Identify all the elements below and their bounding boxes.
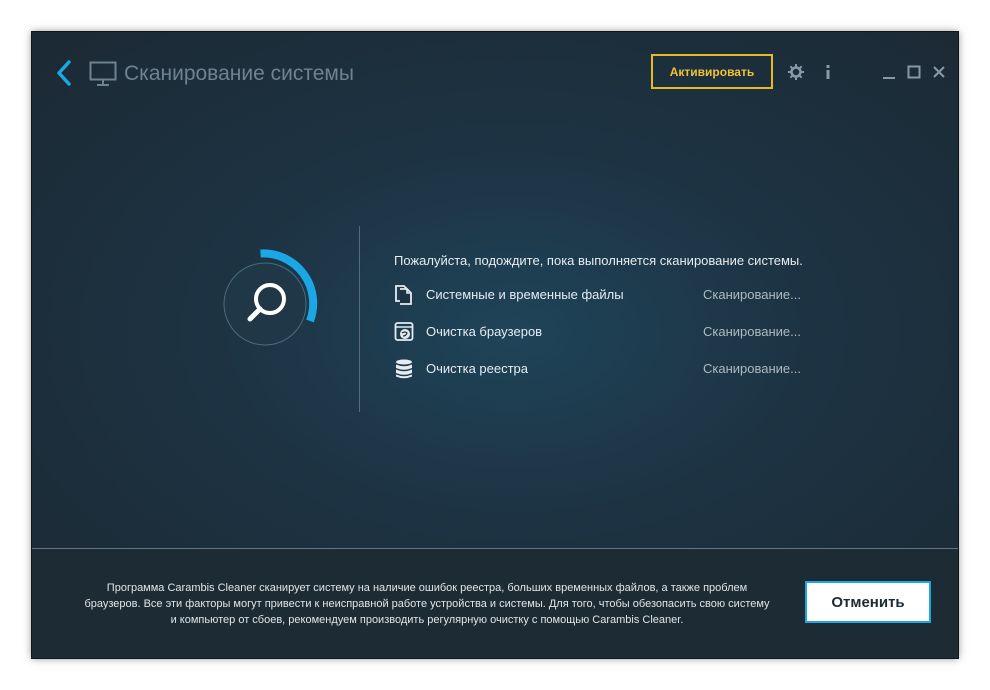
info-icon (826, 65, 830, 79)
app-window: Сканирование системы Активировать Пожалу… (32, 32, 958, 658)
window-title: Сканирование системы (124, 62, 354, 85)
maximize-button[interactable] (907, 65, 921, 79)
gear-icon (788, 64, 804, 80)
scan-wait-message: Пожалуйста, подождите, пока выполняется … (394, 253, 803, 268)
chevron-left-icon (57, 60, 71, 86)
vertical-divider (359, 226, 360, 412)
scan-item-label: Очистка реестра (426, 361, 529, 376)
close-icon (933, 66, 945, 78)
scan-progress-indicator (212, 249, 322, 359)
minimize-button[interactable] (882, 64, 896, 80)
browser-icon (394, 321, 414, 343)
scan-item-status: Сканирование... (703, 361, 801, 376)
info-button[interactable] (822, 63, 834, 81)
footer-divider (32, 548, 958, 549)
settings-button[interactable] (788, 64, 804, 80)
close-button[interactable] (932, 65, 946, 79)
scan-item-label: Очистка браузеров (426, 324, 543, 339)
scan-item-label: Системные и временные файлы (426, 287, 624, 302)
scan-item-system-files: Системные и временные файлы Сканирование… (394, 284, 834, 306)
monitor-icon (89, 61, 117, 87)
scan-item-status: Сканирование... (703, 287, 801, 302)
footer-description: Программа Carambis Cleaner сканирует сис… (84, 582, 770, 626)
footer-panel: Программа Carambis Cleaner сканирует сис… (32, 548, 958, 658)
minimize-icon (883, 77, 895, 79)
cancel-button[interactable]: Отменить (805, 581, 931, 623)
back-button[interactable] (54, 58, 74, 88)
activate-button[interactable]: Активировать (651, 54, 773, 89)
files-icon (394, 284, 414, 306)
scan-item-browsers: Очистка браузеров Сканирование... (394, 321, 834, 343)
maximize-icon (907, 65, 921, 79)
scan-item-registry: Очистка реестра Сканирование... (394, 358, 834, 380)
scan-item-status: Сканирование... (703, 324, 801, 339)
database-icon (394, 358, 414, 380)
